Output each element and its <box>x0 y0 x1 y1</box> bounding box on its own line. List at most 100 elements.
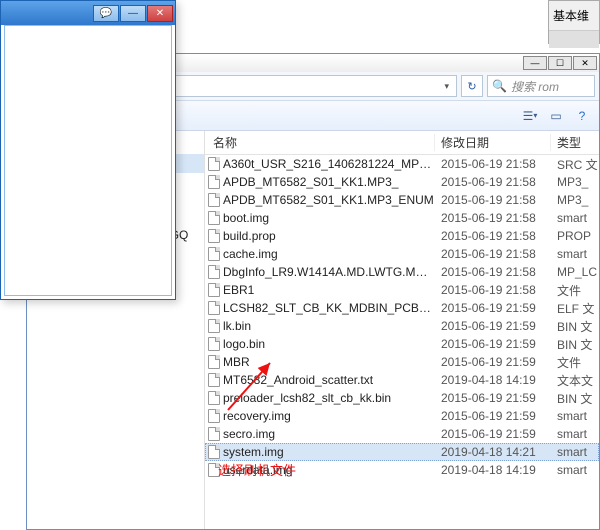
column-header-name[interactable]: 名称 <box>205 134 435 151</box>
file-type: BIN 文 <box>551 390 599 407</box>
file-name: DbgInfo_LR9.W1414A.MD.LWTG.MP_... <box>223 265 435 279</box>
file-list-header: 名称 修改日期 类型 <box>205 131 599 155</box>
file-date: 2015-06-19 21:59 <box>435 337 551 351</box>
file-icon <box>205 445 223 459</box>
file-name: APDB_MT6582_S01_KK1.MP3_ <box>223 175 435 189</box>
file-name: LCSH82_SLT_CB_KK_MDBIN_PCB01_... <box>223 301 435 315</box>
popup-speech-button[interactable]: 💬 <box>93 5 119 22</box>
file-row[interactable]: recovery.img2015-06-19 21:59smart <box>205 407 599 425</box>
file-icon <box>205 157 223 171</box>
file-row[interactable]: LCSH82_SLT_CB_KK_MDBIN_PCB01_...2015-06-… <box>205 299 599 317</box>
file-row[interactable]: build.prop2015-06-19 21:58PROP <box>205 227 599 245</box>
file-type: smart <box>551 409 599 423</box>
file-icon <box>205 229 223 243</box>
column-header-date[interactable]: 修改日期 <box>435 134 551 151</box>
search-input[interactable]: 🔍 搜索 rom <box>487 75 595 97</box>
file-row[interactable]: DbgInfo_LR9.W1414A.MD.LWTG.MP_...2015-06… <box>205 263 599 281</box>
file-name: logo.bin <box>223 337 435 351</box>
file-name: recovery.img <box>223 409 435 423</box>
file-row[interactable]: system.img2019-04-18 14:21smart <box>205 443 599 461</box>
file-name: build.prop <box>223 229 435 243</box>
search-icon: 🔍 <box>492 79 507 93</box>
file-name: EBR1 <box>223 283 435 297</box>
file-icon <box>205 355 223 369</box>
annotation-label: 选择刷机文件 <box>218 460 296 479</box>
file-type: MP3_ <box>551 193 599 207</box>
file-icon <box>205 427 223 441</box>
file-type: 文件 <box>551 282 599 299</box>
file-date: 2015-06-19 21:58 <box>435 157 551 171</box>
popup-close-button[interactable]: ✕ <box>147 5 173 22</box>
file-icon <box>205 193 223 207</box>
file-name: boot.img <box>223 211 435 225</box>
file-name: lk.bin <box>223 319 435 333</box>
file-date: 2015-06-19 21:59 <box>435 319 551 333</box>
file-icon <box>205 391 223 405</box>
file-name: system.img <box>223 445 435 459</box>
file-row[interactable]: boot.img2015-06-19 21:58smart <box>205 209 599 227</box>
file-icon <box>205 265 223 279</box>
side-panel-fragment: 基本维 <box>548 0 600 44</box>
file-type: 文本文 <box>551 372 599 389</box>
file-icon <box>205 373 223 387</box>
file-row[interactable]: preloader_lcsh82_slt_cb_kk.bin2015-06-19… <box>205 389 599 407</box>
file-row[interactable]: logo.bin2015-06-19 21:59BIN 文 <box>205 335 599 353</box>
file-icon <box>205 211 223 225</box>
file-date: 2019-04-18 14:21 <box>435 445 551 459</box>
file-type: BIN 文 <box>551 318 599 335</box>
file-row[interactable]: EBR12015-06-19 21:58文件 <box>205 281 599 299</box>
file-type: smart <box>551 445 599 459</box>
popup-client-area <box>4 25 172 296</box>
close-button[interactable]: ✕ <box>573 56 597 70</box>
file-date: 2015-06-19 21:59 <box>435 409 551 423</box>
minimize-button[interactable]: — <box>523 56 547 70</box>
file-type: BIN 文 <box>551 336 599 353</box>
file-row[interactable]: APDB_MT6582_S01_KK1.MP3_2015-06-19 21:58… <box>205 173 599 191</box>
file-row[interactable]: MBR2015-06-19 21:59文件 <box>205 353 599 371</box>
file-row[interactable]: secro.img2015-06-19 21:59smart <box>205 425 599 443</box>
file-date: 2015-06-19 21:59 <box>435 391 551 405</box>
help-button[interactable]: ? <box>571 106 593 126</box>
refresh-button[interactable]: ↻ <box>461 75 483 97</box>
file-row[interactable]: A360t_USR_S216_1406281224_MP3V1...2015-0… <box>205 155 599 173</box>
file-type: 文件 <box>551 354 599 371</box>
file-type: ELF 文 <box>551 300 599 317</box>
file-icon <box>205 175 223 189</box>
file-icon <box>205 409 223 423</box>
file-date: 2015-06-19 21:58 <box>435 229 551 243</box>
file-date: 2015-06-19 21:59 <box>435 427 551 441</box>
file-name: MBR <box>223 355 435 369</box>
file-date: 2015-06-19 21:58 <box>435 247 551 261</box>
file-date: 2015-06-19 21:58 <box>435 175 551 189</box>
file-date: 2019-04-18 14:19 <box>435 373 551 387</box>
file-type: smart <box>551 211 599 225</box>
file-icon <box>205 337 223 351</box>
search-placeholder: 搜索 rom <box>511 78 559 95</box>
file-name: cache.img <box>223 247 435 261</box>
file-name: preloader_lcsh82_slt_cb_kk.bin <box>223 391 435 405</box>
preview-pane-button[interactable]: ▭ <box>545 106 567 126</box>
file-date: 2019-04-18 14:19 <box>435 463 551 477</box>
file-type: smart <box>551 427 599 441</box>
file-row[interactable]: MT6582_Android_scatter.txt2019-04-18 14:… <box>205 371 599 389</box>
file-name: secro.img <box>223 427 435 441</box>
file-row[interactable]: cache.img2015-06-19 21:58smart <box>205 245 599 263</box>
file-icon <box>205 319 223 333</box>
file-date: 2015-06-19 21:59 <box>435 301 551 315</box>
file-row[interactable]: APDB_MT6582_S01_KK1.MP3_ENUM2015-06-19 2… <box>205 191 599 209</box>
file-type: smart <box>551 247 599 261</box>
popup-minimize-button[interactable]: — <box>120 5 146 22</box>
file-icon <box>205 301 223 315</box>
file-icon <box>205 247 223 261</box>
file-type: PROP <box>551 229 599 243</box>
view-options-button[interactable]: ☰▾ <box>519 106 541 126</box>
file-date: 2015-06-19 21:58 <box>435 193 551 207</box>
file-name: APDB_MT6582_S01_KK1.MP3_ENUM <box>223 193 435 207</box>
file-row[interactable]: lk.bin2015-06-19 21:59BIN 文 <box>205 317 599 335</box>
chevron-down-icon[interactable]: ▾ <box>441 81 452 92</box>
maximize-button[interactable]: ☐ <box>548 56 572 70</box>
file-type: smart <box>551 463 599 477</box>
column-header-type[interactable]: 类型 <box>551 134 599 151</box>
file-type: SRC 文 <box>551 156 599 173</box>
side-panel-bar <box>549 30 599 48</box>
